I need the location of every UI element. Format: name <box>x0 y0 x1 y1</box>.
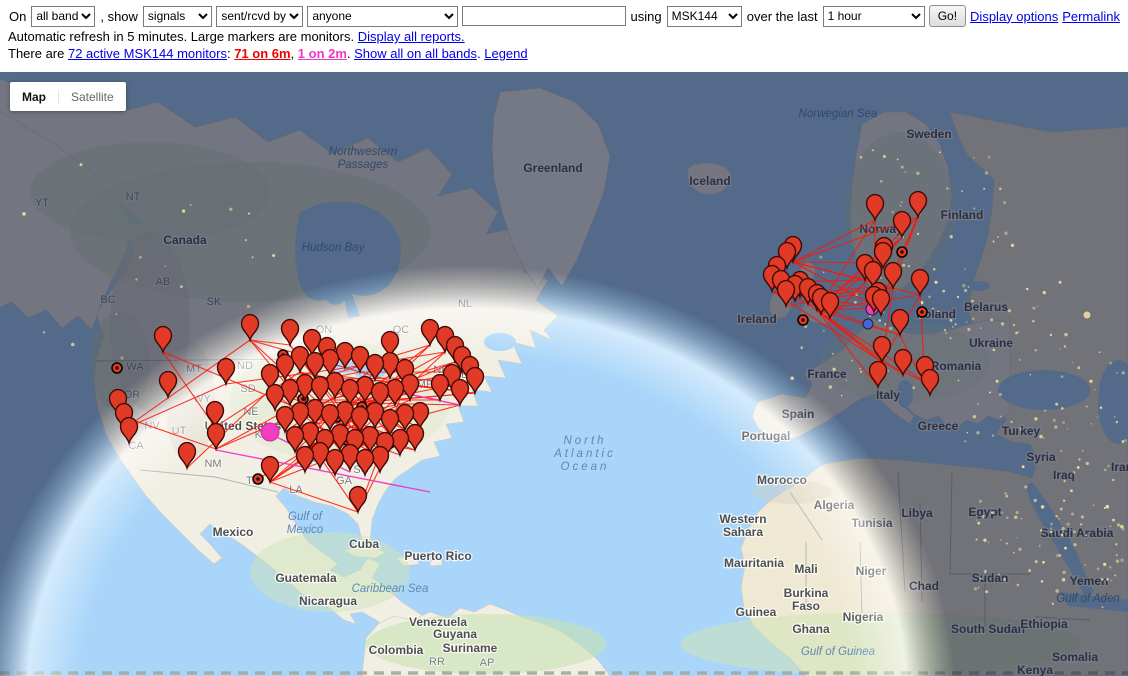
legend-link[interactable]: Legend <box>484 46 527 61</box>
band-select[interactable]: all bands <box>31 6 95 27</box>
active-monitors-link[interactable]: 72 active MSK144 monitors <box>68 46 227 61</box>
monitor-marker-6m[interactable] <box>292 347 309 372</box>
display-all-reports-link[interactable]: Display all reports. <box>358 29 465 44</box>
toolbar: On all bands , show signals sent/rcvd by… <box>0 0 1128 72</box>
monitor-marker-6m[interactable] <box>155 327 172 352</box>
mode-select[interactable]: MSK144 <box>667 6 742 27</box>
over-the-last-label: over the last <box>747 9 818 24</box>
report-marker-small[interactable] <box>917 307 927 317</box>
direction-select[interactable]: sent/rcvd by <box>216 6 303 27</box>
monitors-2m-link[interactable]: 1 on 2m <box>298 46 347 61</box>
monitor-marker-6m[interactable] <box>922 370 939 395</box>
monitor-marker-6m[interactable] <box>870 362 887 387</box>
sep-comma: , <box>291 46 298 61</box>
monitor-marker-6m[interactable] <box>452 380 469 405</box>
signals-select[interactable]: signals <box>143 6 212 27</box>
monitor-marker-2m[interactable] <box>261 423 279 441</box>
monitor-marker-6m[interactable] <box>894 212 911 237</box>
map-view-button[interactable]: Map <box>10 90 59 104</box>
display-options-link[interactable]: Display options <box>970 9 1058 24</box>
monitors-status-row: There are 72 active MSK144 monitors: 71 … <box>8 46 1120 62</box>
timespan-select[interactable]: 1 hour <box>823 6 925 27</box>
monitor-marker-6m[interactable] <box>885 263 902 288</box>
show-all-bands-link[interactable]: Show all on all bands <box>354 46 477 61</box>
who-select[interactable]: anyone <box>307 6 457 27</box>
report-marker-small[interactable] <box>253 474 263 484</box>
monitor-marker-6m[interactable] <box>367 355 384 380</box>
monitor-marker-6m[interactable] <box>357 450 374 475</box>
using-label: using <box>631 9 662 24</box>
monitor-marker-6m[interactable] <box>382 353 399 378</box>
monitor-marker-6m[interactable] <box>912 270 929 295</box>
refresh-status-row: Automatic refresh in 5 minutes. Large ma… <box>8 29 1120 45</box>
monitor-marker-6m[interactable] <box>121 418 138 443</box>
show-label: , show <box>100 9 138 24</box>
monitor-marker-6m[interactable] <box>867 195 884 220</box>
monitors-markers-layer <box>0 72 1128 676</box>
monitor-marker-6m[interactable] <box>350 487 367 512</box>
report-marker-small[interactable] <box>897 247 907 257</box>
monitors-6m-link[interactable]: 71 on 6m <box>234 46 290 61</box>
monitor-marker-6m[interactable] <box>327 450 344 475</box>
satellite-view-button[interactable]: Satellite <box>59 90 126 104</box>
go-button[interactable]: Go! <box>929 5 966 27</box>
report-marker-small[interactable] <box>798 315 808 325</box>
monitors-prefix: There are <box>8 46 68 61</box>
permalink-link[interactable]: Permalink <box>1062 9 1120 24</box>
monitor-marker-6m[interactable] <box>282 320 299 345</box>
map-type-control: Map Satellite <box>10 82 126 111</box>
report-marker-small[interactable] <box>112 363 122 373</box>
monitor-marker-6m[interactable] <box>422 320 439 345</box>
monitor-marker-6m[interactable] <box>179 443 196 468</box>
monitor-marker-6m[interactable] <box>242 315 259 340</box>
monitor-marker-6m[interactable] <box>267 385 284 410</box>
world-map[interactable]: Norwegian SeaNorthwesternPassagesHudson … <box>0 72 1128 676</box>
callsign-input[interactable] <box>462 6 626 26</box>
monitor-marker-6m[interactable] <box>892 310 909 335</box>
monitor-marker-6m[interactable] <box>910 192 927 217</box>
monitor-marker-6m[interactable] <box>778 281 795 306</box>
filter-controls-row: On all bands , show signals sent/rcvd by… <box>8 4 1120 28</box>
on-label: On <box>9 9 26 24</box>
refresh-text: Automatic refresh in 5 minutes. Large ma… <box>8 29 354 44</box>
